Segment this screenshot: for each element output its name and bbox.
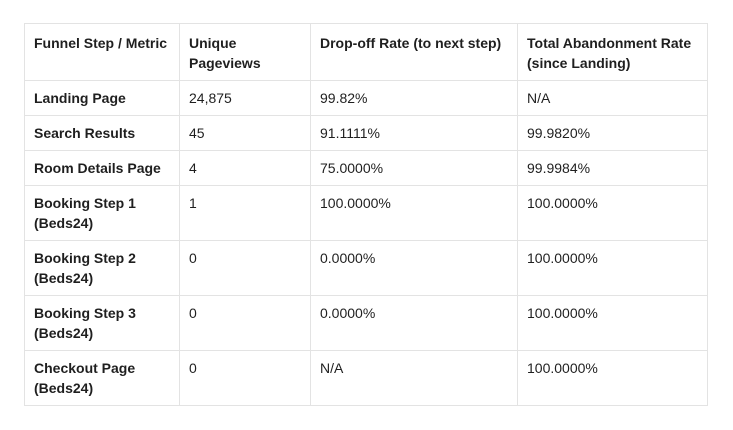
cell-step: Checkout Page (Beds24) <box>24 350 180 406</box>
cell-step: Room Details Page <box>24 150 180 186</box>
cell-step: Booking Step 2 (Beds24) <box>24 240 180 296</box>
table-row: Checkout Page (Beds24) 0 N/A 100.0000% <box>24 350 708 406</box>
cell-abandonment: 100.0000% <box>517 185 708 241</box>
table-row: Room Details Page 4 75.0000% 99.9984% <box>24 150 708 186</box>
table-body: Landing Page 24,875 99.82% N/A Search Re… <box>24 80 708 406</box>
cell-pageviews: 0 <box>179 350 311 406</box>
cell-drop-off: 100.0000% <box>310 185 518 241</box>
cell-abandonment: 100.0000% <box>517 240 708 296</box>
cell-step: Landing Page <box>24 80 180 116</box>
cell-drop-off: 0.0000% <box>310 240 518 296</box>
cell-drop-off: 91.1111% <box>310 115 518 151</box>
table-row: Landing Page 24,875 99.82% N/A <box>24 80 708 116</box>
cell-pageviews: 4 <box>179 150 311 186</box>
cell-drop-off: 0.0000% <box>310 295 518 351</box>
cell-pageviews: 24,875 <box>179 80 311 116</box>
cell-pageviews: 0 <box>179 295 311 351</box>
cell-step: Booking Step 3 (Beds24) <box>24 295 180 351</box>
cell-abandonment: 99.9820% <box>517 115 708 151</box>
table-row: Search Results 45 91.1111% 99.9820% <box>24 115 708 151</box>
cell-abandonment: 100.0000% <box>517 295 708 351</box>
cell-pageviews: 45 <box>179 115 311 151</box>
cell-step: Booking Step 1 (Beds24) <box>24 185 180 241</box>
cell-drop-off: N/A <box>310 350 518 406</box>
table-row: Booking Step 3 (Beds24) 0 0.0000% 100.00… <box>24 295 708 351</box>
cell-pageviews: 0 <box>179 240 311 296</box>
header-total-abandonment-rate: Total Abandonment Rate (since Landing) <box>517 23 708 81</box>
cell-drop-off: 75.0000% <box>310 150 518 186</box>
cell-abandonment: 100.0000% <box>517 350 708 406</box>
funnel-table-container: Funnel Step / Metric Unique Pageviews Dr… <box>24 23 708 406</box>
cell-pageviews: 1 <box>179 185 311 241</box>
header-funnel-step: Funnel Step / Metric <box>24 23 180 81</box>
table-header: Funnel Step / Metric Unique Pageviews Dr… <box>24 23 708 81</box>
header-drop-off-rate: Drop-off Rate (to next step) <box>310 23 518 81</box>
cell-step: Search Results <box>24 115 180 151</box>
table-row: Booking Step 2 (Beds24) 0 0.0000% 100.00… <box>24 240 708 296</box>
cell-abandonment: 99.9984% <box>517 150 708 186</box>
header-row: Funnel Step / Metric Unique Pageviews Dr… <box>24 23 708 81</box>
funnel-table: Funnel Step / Metric Unique Pageviews Dr… <box>24 23 708 406</box>
table-row: Booking Step 1 (Beds24) 1 100.0000% 100.… <box>24 185 708 241</box>
cell-abandonment: N/A <box>517 80 708 116</box>
cell-drop-off: 99.82% <box>310 80 518 116</box>
header-unique-pageviews: Unique Pageviews <box>179 23 311 81</box>
